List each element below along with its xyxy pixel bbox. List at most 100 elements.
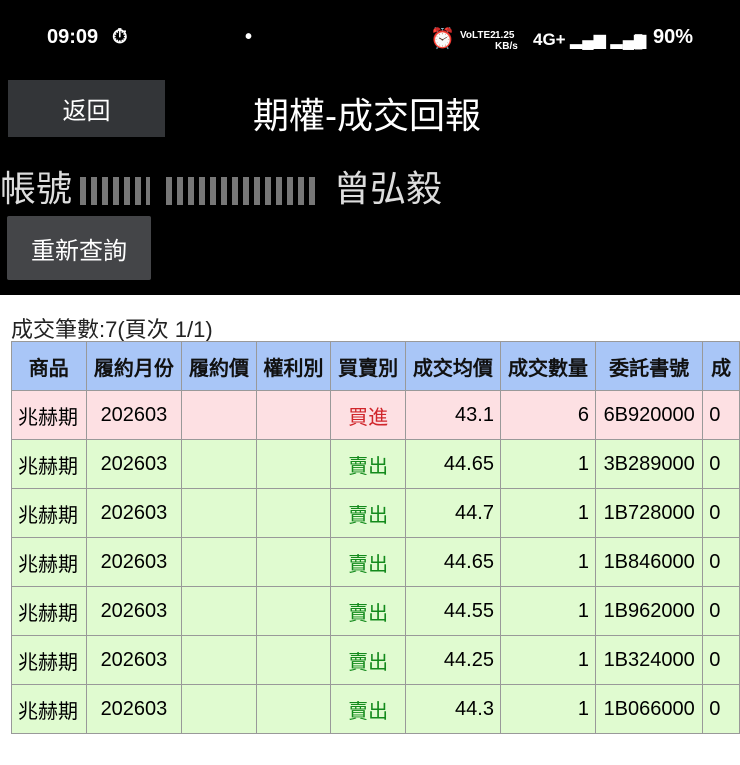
table-cell: 202603 <box>85 488 183 538</box>
table-cell: 0 <box>702 439 740 489</box>
table-cell <box>181 586 257 636</box>
table-row[interactable]: 兆赫期 202603 賣出 44.65 1 1B846000 0 <box>11 537 740 587</box>
table-cell: 44.3 <box>404 684 501 734</box>
account-name: 曾弘毅 <box>334 168 443 209</box>
table-cell: 0 <box>702 684 740 734</box>
table-cell: 44.7 <box>404 488 501 538</box>
column-header: 成 <box>702 341 740 391</box>
table-cell: 兆赫期 <box>11 390 87 440</box>
table-row[interactable]: 兆赫期 202603 買進 43.1 6 6B920000 0 <box>11 390 740 440</box>
table-cell: 3B289000 <box>595 439 704 489</box>
trade-count: 成交筆數:7(頁次 1/1) <box>11 317 213 342</box>
table-cell: 1 <box>499 488 597 538</box>
table-cell: 1 <box>499 537 597 587</box>
table-cell: 兆赫期 <box>11 635 87 685</box>
column-header: 成交數量 <box>499 341 597 391</box>
table-cell: 0 <box>702 390 740 440</box>
alarm-icon: ⏰ <box>430 28 455 50</box>
column-header: 商品 <box>11 341 87 391</box>
column-header: 履約月份 <box>85 341 183 391</box>
table-row[interactable]: 兆赫期 202603 賣出 44.55 1 1B962000 0 <box>11 586 740 636</box>
table-cell: 兆赫期 <box>11 439 87 489</box>
table-cell: 1 <box>499 635 597 685</box>
table-cell <box>255 439 332 489</box>
requery-button[interactable]: 重新查詢 <box>7 216 151 280</box>
column-header: 買賣別 <box>330 341 406 391</box>
table-cell <box>181 488 257 538</box>
net-speed: 1.25 KB/s <box>495 30 518 52</box>
table-cell: 1 <box>499 439 597 489</box>
table-cell: 兆赫期 <box>11 537 87 587</box>
table-cell: 0 <box>702 635 740 685</box>
table-cell: 202603 <box>85 684 183 734</box>
table-cell: 6 <box>499 390 597 440</box>
battery-level: 90% <box>653 26 694 48</box>
battery-icon: ▮ <box>633 30 645 52</box>
volte-indicator: VoLTE2 <box>460 30 496 41</box>
page-title: 期權-成交回報 <box>253 95 481 136</box>
table-cell: 0 <box>702 537 740 587</box>
app-header: 09:09 ⏱ • ⏰ VoLTE2 1.25 KB/s 4G+ ▂▄▆ ▂▄▆… <box>0 0 740 295</box>
table-cell <box>255 586 332 636</box>
table-cell: 兆赫期 <box>11 684 87 734</box>
table-cell: 1B324000 <box>595 635 704 685</box>
table-cell: 1B728000 <box>595 488 704 538</box>
table-cell: 賣出 <box>330 439 406 489</box>
table-cell <box>181 635 257 685</box>
account-info: 帳號 曾弘毅 <box>0 160 442 212</box>
table-cell: 202603 <box>85 390 183 440</box>
column-header: 權利別 <box>255 341 332 391</box>
table-cell: 賣出 <box>330 684 406 734</box>
table-cell: 202603 <box>85 537 183 587</box>
trade-table: 商品 履約月份 履約價 權利別 買賣別 成交均價 成交數量 委託書號成 兆赫期 202603 買進… <box>11 341 740 734</box>
column-header: 履約價 <box>181 341 257 391</box>
table-cell: 兆赫期 <box>11 586 87 636</box>
table-cell <box>255 390 332 440</box>
table-cell: 202603 <box>85 586 183 636</box>
table-cell <box>181 537 257 587</box>
table-cell <box>181 390 257 440</box>
column-header: 成交均價 <box>404 341 501 391</box>
status-time: 09:09 <box>47 26 99 48</box>
table-cell <box>181 439 257 489</box>
table-cell: 44.55 <box>404 586 501 636</box>
table-cell: 0 <box>702 586 740 636</box>
table-cell: 1B846000 <box>595 537 704 587</box>
table-cell: 44.25 <box>404 635 501 685</box>
table-cell: 賣出 <box>330 488 406 538</box>
table-cell: 賣出 <box>330 635 406 685</box>
notification-dot-icon: • <box>245 26 253 48</box>
table-cell: 202603 <box>85 439 183 489</box>
table-cell <box>255 537 332 587</box>
table-header-row: 商品 履約月份 履約價 權利別 買賣別 成交均價 成交數量 委託書號成 <box>11 341 740 391</box>
table-cell <box>181 684 257 734</box>
table-cell: 202603 <box>85 635 183 685</box>
back-button[interactable]: 返回 <box>8 80 165 137</box>
table-cell: 44.65 <box>404 537 501 587</box>
table-cell: 1B962000 <box>595 586 704 636</box>
table-cell: 賣出 <box>330 537 406 587</box>
table-row[interactable]: 兆赫期 202603 賣出 44.3 1 1B066000 0 <box>11 684 740 734</box>
table-cell: 43.1 <box>404 390 501 440</box>
column-header: 委託書號 <box>595 341 704 391</box>
table-row[interactable]: 兆赫期 202603 賣出 44.7 1 1B728000 0 <box>11 488 740 538</box>
table-cell: 1 <box>499 684 597 734</box>
table-cell: 0 <box>702 488 740 538</box>
table-row[interactable]: 兆赫期 202603 賣出 44.25 1 1B324000 0 <box>11 635 740 685</box>
table-cell: 6B920000 <box>595 390 704 440</box>
table-cell <box>255 488 332 538</box>
account-label: 帳號 <box>0 168 73 209</box>
table-cell <box>255 635 332 685</box>
table-row[interactable]: 兆赫期 202603 賣出 44.65 1 3B289000 0 <box>11 439 740 489</box>
stopwatch-icon: ⏱ <box>112 26 128 48</box>
table-cell: 賣出 <box>330 586 406 636</box>
redacted-account <box>80 177 151 206</box>
network-type: 4G+ <box>533 30 566 49</box>
table-cell: 44.65 <box>404 439 501 489</box>
table-cell: 兆赫期 <box>11 488 87 538</box>
table-cell: 1 <box>499 586 597 636</box>
table-cell: 買進 <box>330 390 406 440</box>
redacted-account <box>166 177 317 206</box>
table-cell <box>255 684 332 734</box>
table-cell: 1B066000 <box>595 684 704 734</box>
